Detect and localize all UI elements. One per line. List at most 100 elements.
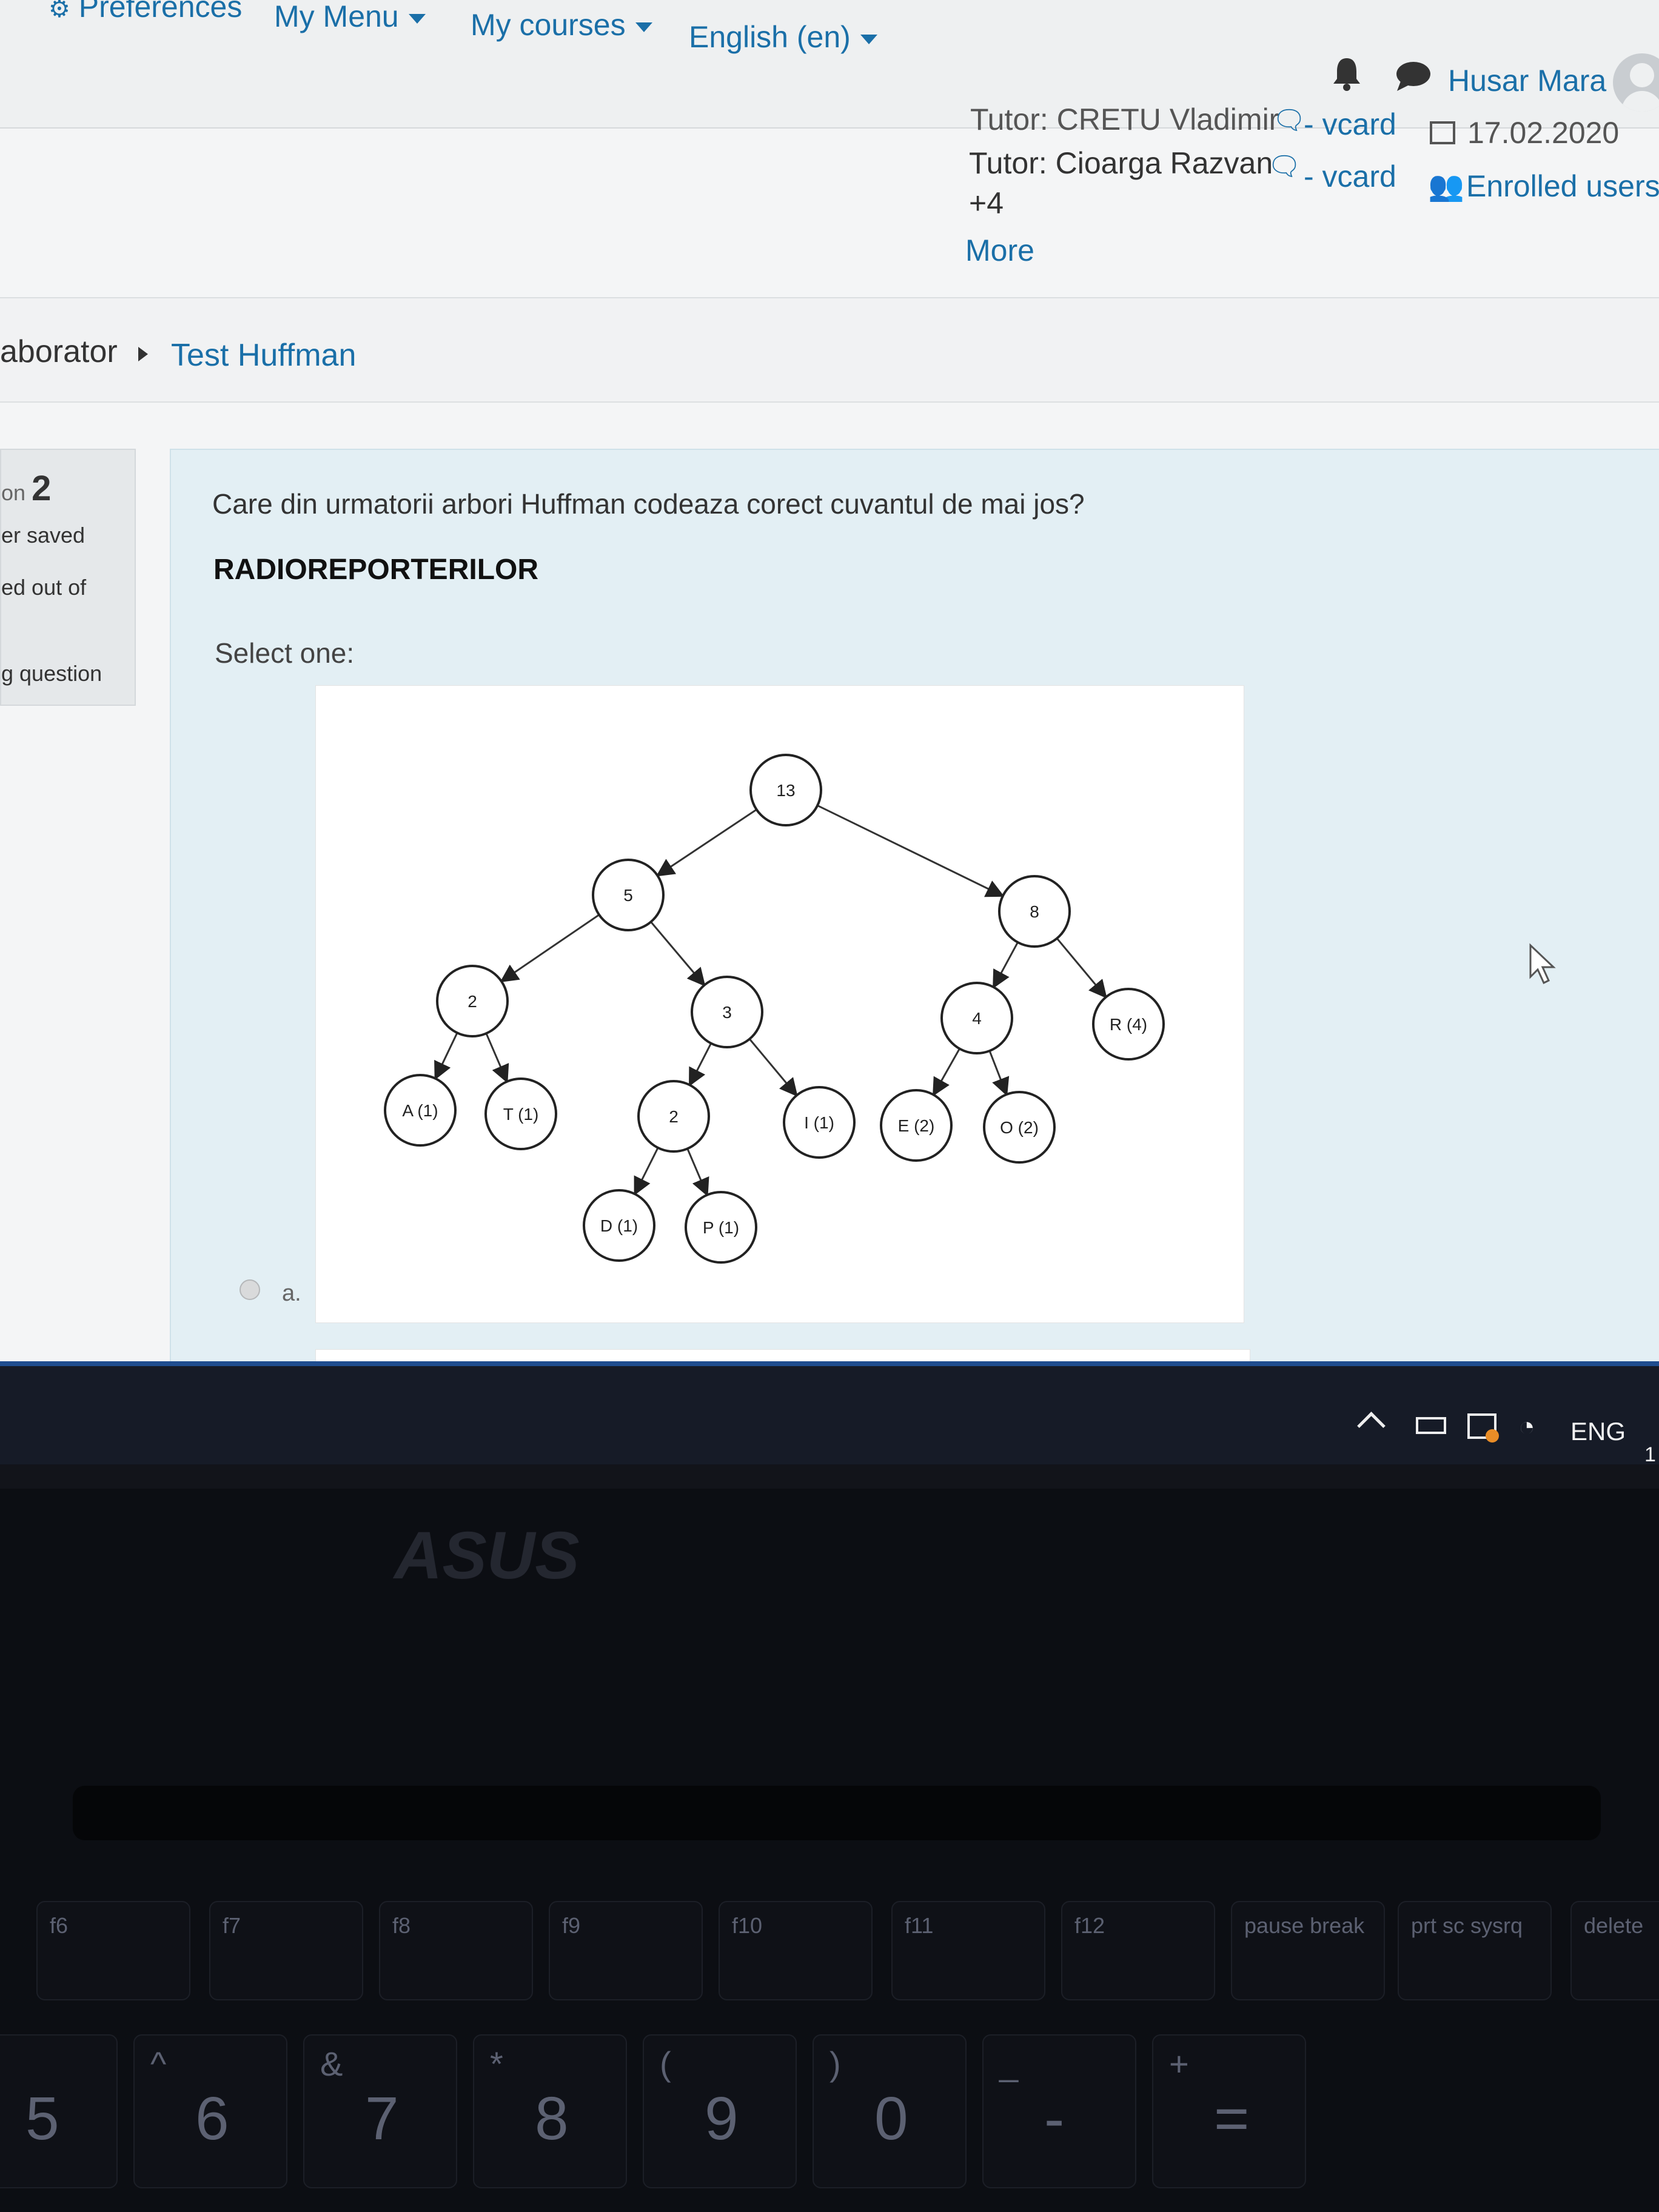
clock-text[interactable]: 1 <box>1644 1443 1656 1467</box>
keyboard-key: 0) <box>813 2034 967 2188</box>
caret-down-icon <box>860 34 877 44</box>
my-courses-dropdown[interactable]: My courses <box>471 7 652 42</box>
flag-question-link[interactable]: g question <box>1 661 102 686</box>
tree-edge <box>500 914 600 983</box>
keyboard-key: = + <box>1152 2034 1306 2188</box>
keyboard-key: f7 <box>209 1901 363 2000</box>
breadcrumb-item-laborator[interactable]: aborator <box>0 333 118 370</box>
question-word: RADIOREPORTERILOR <box>213 554 539 586</box>
option-a-label: a. <box>282 1281 301 1306</box>
avatar-body <box>1621 91 1659 112</box>
tree-node-label: O (2) <box>1000 1118 1039 1137</box>
keyboard-key: f6 <box>36 1901 190 2000</box>
tree-node: 13 <box>749 754 822 826</box>
laptop-body: f6 f7 f8 f9 f10 f11 f12 pause break prt sc sysrq… <box>0 1464 1659 2212</box>
taskbar: ◔ ENG 1 <box>0 1361 1659 1467</box>
tree-node: 2 <box>637 1080 710 1153</box>
tutor2-link[interactable]: Tutor: Cioarga Razvan <box>969 146 1273 181</box>
breadcrumb-item-test-huffman[interactable]: Test Huffman <box>171 337 356 374</box>
calendar-icon <box>1430 121 1455 144</box>
caret-down-icon <box>408 13 426 24</box>
tree-node: 2 <box>436 965 509 1037</box>
keyboard-key: 9( <box>643 2034 797 2188</box>
tree-edge <box>749 1038 798 1097</box>
caret-down-icon <box>635 22 652 32</box>
top-navbar: ⚙ Preferences My Menu My courses English… <box>0 0 1659 129</box>
taskbar-accent-line <box>0 1361 1659 1366</box>
key-label: delete <box>1584 1913 1644 1938</box>
key-label: prt sc sysrq <box>1411 1913 1523 1938</box>
chevron-up-icon[interactable] <box>1357 1412 1386 1440</box>
battery-icon[interactable] <box>1416 1417 1446 1434</box>
tree-node-label: 2 <box>468 992 477 1011</box>
tree-node: 8 <box>998 875 1071 948</box>
tree-edge <box>689 1042 712 1087</box>
tree-edge <box>634 1147 659 1196</box>
key-label: 6 <box>195 2085 229 2153</box>
key-label: 0 <box>874 2085 908 2153</box>
tutor1-link[interactable]: Tutor: CRETU Vladimir <box>970 102 1279 137</box>
users-icon: 👥 <box>1428 170 1464 203</box>
key-label: 9 <box>705 2085 739 2153</box>
more-count: +4 <box>969 186 1004 220</box>
key-label: - <box>1044 2085 1065 2153</box>
key-label: f7 <box>223 1913 241 1938</box>
breadcrumb-separator-icon <box>138 347 148 361</box>
keyboard-key: 7 & <box>303 2034 457 2188</box>
avatar[interactable] <box>1613 53 1659 112</box>
tree-node-label: 5 <box>623 886 633 905</box>
keyboard-key: delete <box>1570 1901 1659 2000</box>
wifi-icon[interactable]: ◔ <box>1518 1410 1535 1443</box>
vcard2-link[interactable]: - vcard <box>1304 159 1396 194</box>
more-link[interactable]: More <box>965 233 1034 268</box>
bezel-edge <box>0 1464 1659 1489</box>
key-shift-label: * <box>490 2045 503 2083</box>
vcard1-link[interactable]: - vcard <box>1304 107 1396 142</box>
svg-text:ASUS: ASUS <box>392 1525 580 1586</box>
tree-node: 4 <box>940 982 1013 1054</box>
user-menu[interactable]: Husar Mara <box>1448 63 1606 98</box>
keyboard-key: 8 * <box>473 2034 627 2188</box>
option-a-radio[interactable] <box>240 1279 260 1300</box>
language-indicator[interactable]: ENG <box>1570 1417 1626 1446</box>
key-label: f10 <box>732 1913 763 1938</box>
tree-node-label: 3 <box>722 1003 732 1022</box>
question-text: Care din urmatorii arbori Huffman codeaz… <box>212 488 1085 520</box>
key-label: f8 <box>392 1913 411 1938</box>
huffman-tree-image: 13 5 8 2 3 4 R (4) A (1) T (1) 2 I (1) E (2) O (2) D … <box>315 685 1244 1323</box>
key-shift-label: ^ <box>150 2045 167 2083</box>
select-one-label: Select one: <box>215 637 355 669</box>
key-label: 8 <box>535 2085 569 2153</box>
bell-icon[interactable] <box>1331 56 1362 91</box>
tree-node-label: D (1) <box>600 1216 638 1235</box>
tree-node-label: T (1) <box>503 1105 539 1124</box>
chat-bubble-icon[interactable] <box>1395 61 1432 92</box>
tree-node: O (2) <box>983 1091 1056 1164</box>
tree-edge <box>988 1050 1010 1096</box>
key-label: f9 <box>562 1913 581 1938</box>
message-icon[interactable]: 🗨 <box>1272 104 1306 136</box>
key-label: = <box>1214 2085 1250 2153</box>
tree-edge <box>1056 937 1107 999</box>
question-marks: ed out of <box>1 575 87 600</box>
tree-node: A (1) <box>384 1074 457 1147</box>
keyboard-key: 5 <box>0 2034 118 2188</box>
tree-node: E (2) <box>880 1089 953 1162</box>
tree-node: T (1) <box>484 1078 557 1150</box>
keyboard-key: 6 ^ <box>133 2034 287 2188</box>
preferences-link[interactable]: ⚙ Preferences <box>49 0 242 24</box>
alert-dot-icon <box>1486 1429 1499 1443</box>
breadcrumb: aborator Test Huffman <box>0 297 1659 403</box>
tree-node-label: I (1) <box>804 1113 834 1132</box>
message-icon[interactable]: 🗨 <box>1267 150 1301 182</box>
my-menu-dropdown[interactable]: My Menu <box>274 0 426 34</box>
key-label: f11 <box>905 1913 934 1938</box>
tree-node-label: 4 <box>972 1009 982 1028</box>
keyboard-key: prt sc sysrq <box>1398 1901 1552 2000</box>
security-alert-icon[interactable] <box>1467 1413 1499 1443</box>
language-dropdown[interactable]: English (en) <box>689 19 877 55</box>
course-date: 17.02.2020 <box>1467 116 1620 150</box>
gear-icon: ⚙ <box>49 0 70 22</box>
enrolled-users-link[interactable]: Enrolled users <box>1466 169 1659 204</box>
keyboard-key: f11 <box>891 1901 1045 2000</box>
